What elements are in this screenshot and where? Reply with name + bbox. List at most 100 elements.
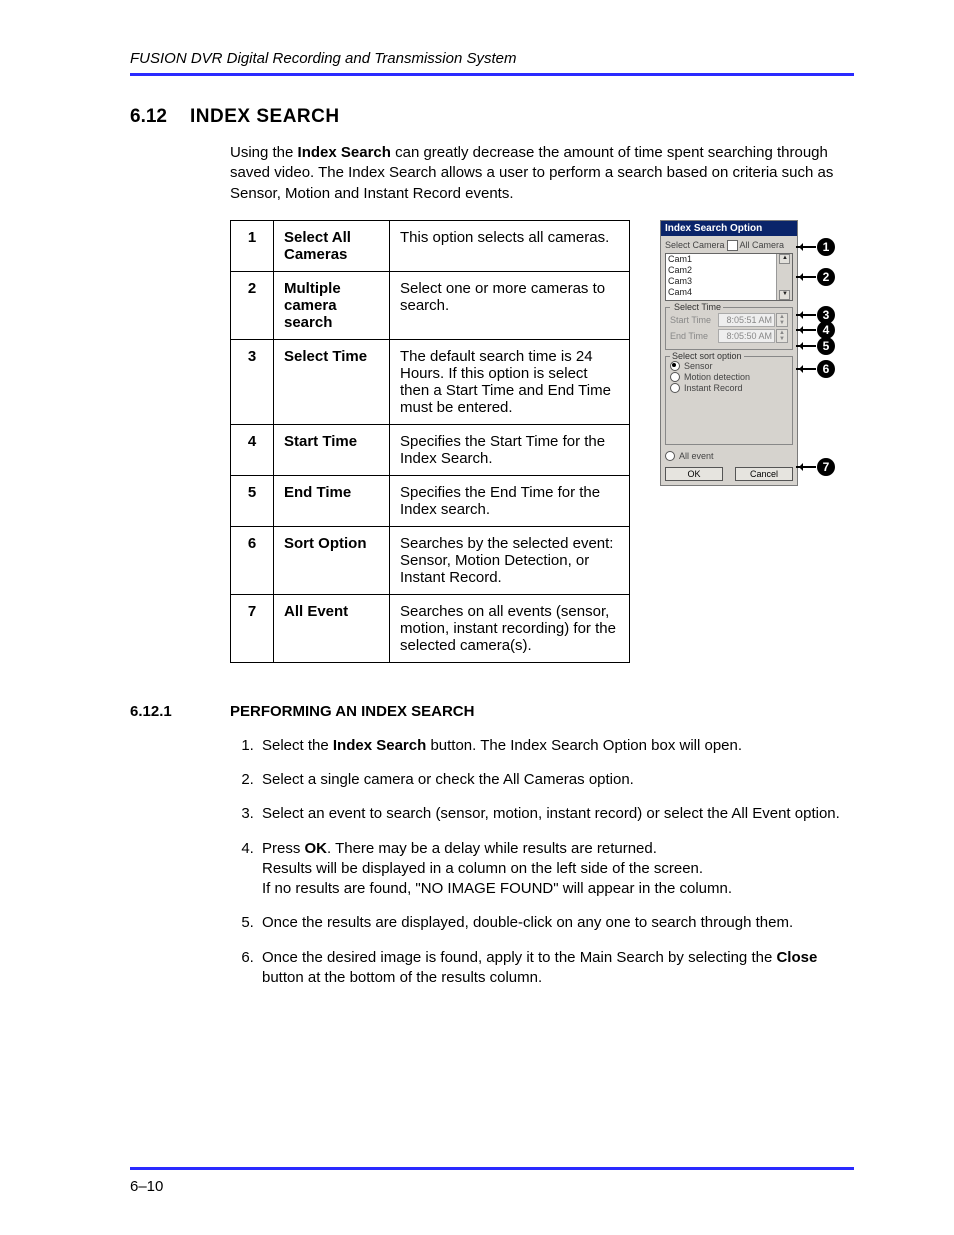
- list-item: Select the Index Search button. The Inde…: [258, 736, 854, 756]
- all-camera-checkbox[interactable]: [727, 240, 738, 251]
- subsection-title: 6.12.1 PERFORMING AN INDEX SEARCH: [130, 703, 854, 720]
- instant-label: Instant Record: [684, 383, 743, 393]
- list-item[interactable]: Cam2: [666, 265, 792, 276]
- row-label: Select Time: [274, 339, 390, 424]
- row-num: 6: [231, 526, 274, 594]
- row-label: Multiple camera search: [274, 271, 390, 339]
- list-item: Select an event to search (sensor, motio…: [258, 804, 854, 824]
- row-num: 3: [231, 339, 274, 424]
- row-label: End Time: [274, 475, 390, 526]
- sensor-label: Sensor: [684, 361, 713, 371]
- step-text: Once the desired image is found, apply i…: [262, 949, 776, 966]
- sort-legend: Select sort option: [672, 351, 742, 361]
- step-text: button. The Index Search Option box will…: [426, 737, 742, 754]
- row-num: 7: [231, 594, 274, 662]
- row-desc: The default search time is 24 Hours. If …: [390, 339, 630, 424]
- callout-bubble: 1: [817, 238, 835, 256]
- intro-paragraph: Using the Index Search can greatly decre…: [230, 143, 854, 204]
- index-search-dialog: Index Search Option Select Camera All Ca…: [660, 220, 798, 486]
- end-time-label: End Time: [670, 331, 716, 341]
- steps-list: Select the Index Search button. The Inde…: [230, 736, 854, 988]
- end-time-field[interactable]: 8:05:50 AM: [718, 329, 775, 343]
- section-number: 6.12: [130, 106, 190, 128]
- page-number: 6–10: [130, 1178, 163, 1195]
- callout: 2: [796, 268, 835, 286]
- sensor-radio[interactable]: [670, 361, 680, 371]
- step-text: button at the bottom of the results colu…: [262, 969, 542, 986]
- step-text: If no results are found, "NO IMAGE FOUND…: [262, 880, 732, 897]
- scroll-down-icon[interactable]: ▼: [779, 290, 790, 300]
- list-item: Once the results are displayed, double-c…: [258, 913, 854, 933]
- row-desc: Searches on all events (sensor, motion, …: [390, 594, 630, 662]
- step-text: Results will be displayed in a column on…: [262, 860, 703, 877]
- intro-text: Using the: [230, 144, 298, 161]
- callout-bubble: 7: [817, 458, 835, 476]
- list-item[interactable]: Cam1: [666, 254, 792, 265]
- step-text: Press: [262, 840, 305, 857]
- row-label: Start Time: [274, 424, 390, 475]
- page: FUSION DVR Digital Recording and Transmi…: [0, 0, 954, 1235]
- table-row: 6Sort OptionSearches by the selected eve…: [231, 526, 630, 594]
- row-num: 1: [231, 220, 274, 271]
- table-row: 1Select All CamerasThis option selects a…: [231, 220, 630, 271]
- camera-listbox[interactable]: Cam1 Cam2 Cam3 Cam4 ▲ ▼: [665, 253, 793, 301]
- cancel-button[interactable]: Cancel: [735, 467, 793, 481]
- step-bold: OK: [305, 840, 328, 857]
- table-row: 3Select TimeThe default search time is 2…: [231, 339, 630, 424]
- page-header: FUSION DVR Digital Recording and Transmi…: [130, 50, 854, 76]
- table-row: 4Start TimeSpecifies the Start Time for …: [231, 424, 630, 475]
- row-desc: Specifies the Start Time for the Index S…: [390, 424, 630, 475]
- sort-option-fieldset: Select sort option Sensor Motion detecti…: [665, 356, 793, 445]
- step-text: Select the: [262, 737, 333, 754]
- motion-radio[interactable]: [670, 372, 680, 382]
- select-time-fieldset: Select Time Start Time 8:05:51 AM ▲▼ End…: [665, 307, 793, 350]
- table-row: 2Multiple camera searchSelect one or mor…: [231, 271, 630, 339]
- row-desc: Specifies the End Time for the Index sea…: [390, 475, 630, 526]
- ok-button[interactable]: OK: [665, 467, 723, 481]
- step-text: . There may be a delay while results are…: [327, 840, 657, 857]
- table-row: 7All EventSearches on all events (sensor…: [231, 594, 630, 662]
- intro-bold: Index Search: [298, 144, 391, 161]
- all-camera-label: All Camera: [740, 240, 785, 250]
- page-footer: 6–10: [130, 1167, 854, 1195]
- row-label: Select All Cameras: [274, 220, 390, 271]
- callout: 7: [796, 458, 835, 476]
- all-event-label: All event: [679, 451, 714, 461]
- select-camera-label: Select Camera: [665, 240, 725, 250]
- row-num: 2: [231, 271, 274, 339]
- callout-bubble: 6: [817, 360, 835, 378]
- row-desc: This option selects all cameras.: [390, 220, 630, 271]
- subsection-name: PERFORMING AN INDEX SEARCH: [230, 703, 474, 720]
- step-bold: Index Search: [333, 737, 426, 754]
- list-item: Once the desired image is found, apply i…: [258, 948, 854, 989]
- list-item[interactable]: Cam4: [666, 287, 792, 298]
- instant-record-radio[interactable]: [670, 383, 680, 393]
- subsection-number: 6.12.1: [130, 703, 230, 720]
- callout: 5: [796, 337, 835, 355]
- section-title: 6.12 INDEX SEARCH: [130, 106, 854, 128]
- start-time-label: Start Time: [670, 315, 716, 325]
- step-bold: Close: [776, 949, 817, 966]
- spinner-icon[interactable]: ▲▼: [776, 313, 788, 327]
- all-event-radio[interactable]: [665, 451, 675, 461]
- list-item: Press OK. There may be a delay while res…: [258, 839, 854, 900]
- table-row: 5End TimeSpecifies the End Time for the …: [231, 475, 630, 526]
- row-label: Sort Option: [274, 526, 390, 594]
- row-desc: Searches by the selected event: Sensor, …: [390, 526, 630, 594]
- list-item[interactable]: Cam3: [666, 276, 792, 287]
- row-desc: Select one or more cameras to search.: [390, 271, 630, 339]
- start-time-field[interactable]: 8:05:51 AM: [718, 313, 775, 327]
- callout: 1: [796, 238, 835, 256]
- spinner-icon[interactable]: ▲▼: [776, 329, 788, 343]
- dialog-title: Index Search Option: [661, 221, 797, 236]
- scroll-up-icon[interactable]: ▲: [779, 254, 790, 264]
- scrollbar[interactable]: ▲ ▼: [776, 254, 792, 300]
- list-item: Select a single camera or check the All …: [258, 770, 854, 790]
- row-num: 5: [231, 475, 274, 526]
- row-label: All Event: [274, 594, 390, 662]
- callout-bubble: 2: [817, 268, 835, 286]
- section-name: INDEX SEARCH: [190, 106, 340, 128]
- select-time-label: Select Time: [674, 302, 721, 312]
- definition-table: 1Select All CamerasThis option selects a…: [230, 220, 630, 663]
- row-num: 4: [231, 424, 274, 475]
